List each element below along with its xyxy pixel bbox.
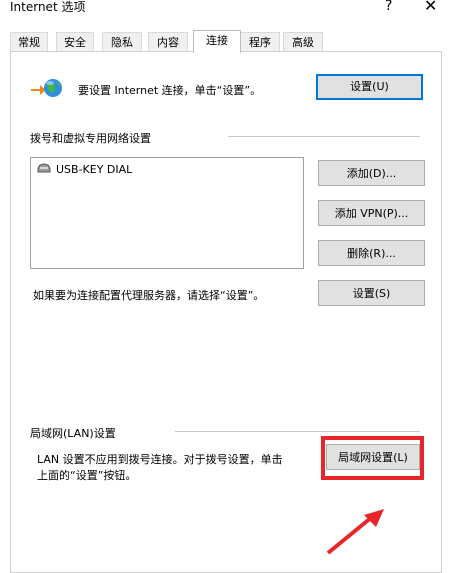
tab-content[interactable]: 内容 <box>148 32 188 52</box>
highlight-box <box>321 436 424 480</box>
add-vpn-button[interactable]: 添加 VPN(P)... <box>318 200 425 226</box>
tab-connections[interactable]: 连接 <box>193 30 241 53</box>
window-title: Internet 选项 <box>10 0 86 14</box>
tab-programs[interactable]: 程序 <box>240 32 280 52</box>
list-item[interactable]: USB-KEY DIAL <box>37 162 132 177</box>
tab-advanced[interactable]: 高级 <box>283 32 323 52</box>
connection-label: USB-KEY DIAL <box>56 163 133 176</box>
lan-divider <box>175 431 420 432</box>
proxy-description: 如果要为连接配置代理服务器，请选择“设置”。 <box>33 289 265 302</box>
lan-description-line1: LAN 设置不应用到拨号连接。对于拨号设置，单击 <box>37 453 283 466</box>
dialup-settings-button[interactable]: 设置(S) <box>318 280 425 306</box>
setup-description: 要设置 Internet 连接，单击“设置”。 <box>78 84 262 97</box>
tab-general[interactable]: 常规 <box>10 32 48 52</box>
globe-icon <box>29 76 63 102</box>
title-bar: Internet 选项 ? ✕ <box>0 0 451 22</box>
close-button[interactable]: ✕ <box>424 0 437 14</box>
help-button[interactable]: ? <box>385 0 392 14</box>
lan-description-line2: 上面的“设置”按钮。 <box>37 469 137 482</box>
setup-button[interactable]: 设置(U) <box>316 74 423 100</box>
tab-security[interactable]: 安全 <box>56 32 94 52</box>
remove-button[interactable]: 删除(R)... <box>318 240 425 266</box>
dialup-divider <box>228 136 420 137</box>
connections-list[interactable]: USB-KEY DIAL <box>30 157 304 269</box>
modem-icon <box>37 162 51 177</box>
tab-privacy[interactable]: 隐私 <box>102 32 142 52</box>
arrow-icon <box>326 509 384 555</box>
add-button[interactable]: 添加(D)... <box>318 160 425 186</box>
dialup-section-title: 拨号和虚拟专用网络设置 <box>30 132 151 145</box>
tab-strip: 常规 安全 隐私 内容 连接 程序 高级 <box>0 30 451 53</box>
lan-section-title: 局域网(LAN)设置 <box>30 427 116 440</box>
